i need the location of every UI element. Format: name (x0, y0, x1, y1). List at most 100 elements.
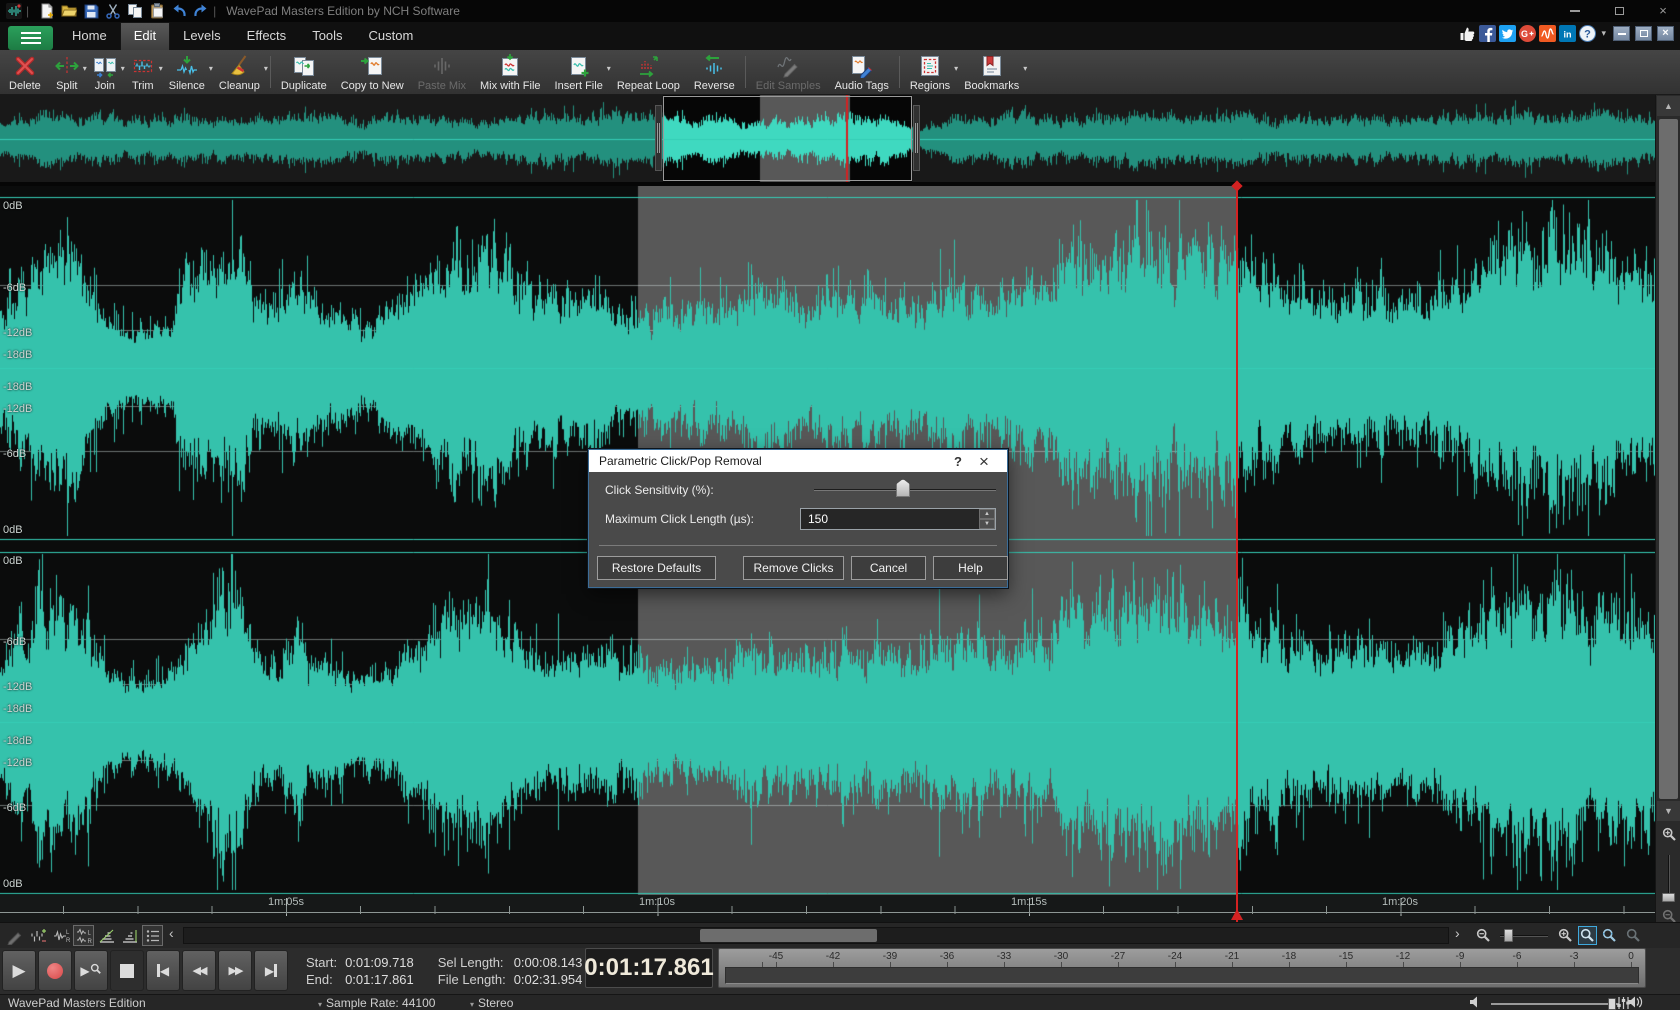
wave-left-right-icon[interactable]: LR (50, 925, 71, 946)
repeat-loop-button[interactable]: Repeat Loop (610, 50, 687, 94)
zoom-slider-thumb[interactable] (1504, 929, 1513, 942)
sample-rate-selector[interactable]: ▾Sample Rate: 44100 (318, 996, 435, 1010)
rewind-button[interactable]: ◀◀ (182, 950, 216, 991)
spinner-down-button[interactable]: ▼ (979, 519, 995, 529)
remove-clicks-button[interactable]: Remove Clicks (743, 556, 844, 580)
playhead-cursor[interactable] (1236, 184, 1238, 922)
insert-file-button[interactable]: Insert File▾ (548, 50, 610, 94)
vertical-scroll-thumb[interactable] (1659, 119, 1678, 799)
tab-home[interactable]: Home (59, 22, 120, 50)
redo-icon[interactable] (192, 3, 209, 20)
app-close-button[interactable]: × (1657, 26, 1674, 41)
bookmarks-button[interactable]: Bookmarks▾ (957, 50, 1026, 94)
dialog-help-button[interactable]: ? (945, 454, 971, 469)
dialog-close-button[interactable]: × (971, 453, 997, 470)
record-button[interactable] (38, 950, 72, 991)
reverse-button[interactable]: Reverse (687, 50, 742, 94)
overview-left-handle[interactable] (655, 105, 662, 171)
app-minimize-button[interactable] (1613, 26, 1630, 41)
chevron-down-icon[interactable]: ▾ (1601, 28, 1606, 39)
split-button[interactable]: Split▾ (48, 50, 86, 94)
click-sensitivity-slider-thumb[interactable] (896, 479, 910, 497)
zoom-in-icon[interactable] (1556, 926, 1575, 945)
vertical-zoom-in-icon[interactable] (1660, 825, 1678, 843)
paste-icon[interactable] (148, 3, 165, 20)
undo-icon[interactable] (170, 3, 187, 20)
go-to-start-button[interactable]: ◀ (146, 950, 180, 991)
help-icon[interactable]: ? (1579, 25, 1596, 42)
go-to-end-button[interactable]: ▶ (254, 950, 288, 991)
tab-tools[interactable]: Tools (299, 22, 355, 50)
horizontal-scrollbar[interactable] (183, 927, 1449, 944)
menu-hamburger-button[interactable] (8, 26, 53, 50)
volume-slider-thumb[interactable] (1608, 998, 1616, 1010)
playhead-bottom-marker[interactable] (1231, 909, 1243, 920)
duplicate-button[interactable]: Duplicate (274, 50, 334, 94)
spinner-up-button[interactable]: ▲ (979, 509, 995, 519)
scroll-down-button[interactable]: ▼ (1657, 801, 1680, 821)
mix-with-file-button[interactable]: Mix with File (473, 50, 548, 94)
restore-defaults-button[interactable]: Restore Defaults (597, 556, 716, 580)
volume-low-icon[interactable] (1469, 996, 1483, 1010)
copy-icon[interactable] (126, 3, 143, 20)
chevron-down-icon[interactable]: ▾ (1023, 64, 1027, 73)
zoom-selection-icon[interactable] (1578, 926, 1597, 945)
duplicate-icon (292, 54, 316, 78)
trim-button[interactable]: Trim▾ (124, 50, 162, 94)
zoom-full-icon[interactable] (1600, 926, 1619, 945)
overview-viewport-frame[interactable] (663, 96, 912, 181)
facebook-icon[interactable] (1479, 25, 1496, 42)
nch-audio-icon[interactable] (1539, 25, 1556, 42)
play-from-cursor-button[interactable]: ▶ (74, 950, 108, 991)
silence-button[interactable]: Silence▾ (162, 50, 212, 94)
help-button[interactable]: Help (933, 556, 1008, 580)
scroll-left-button[interactable]: ‹ (169, 926, 174, 940)
save-icon[interactable] (82, 3, 99, 20)
mixer-icon[interactable] (1616, 996, 1631, 1010)
tab-levels[interactable]: Levels (170, 22, 234, 50)
volume-slider[interactable] (1491, 1003, 1619, 1005)
scroll-up-button[interactable]: ▲ (1657, 96, 1680, 116)
join-button[interactable]: Join▾ (86, 50, 124, 94)
audio-tags-button[interactable]: Audio Tags (828, 50, 896, 94)
vertical-zoom-slider-thumb[interactable] (1662, 893, 1675, 902)
fast-forward-button[interactable]: ▶▶ (218, 950, 252, 991)
cancel-button[interactable]: Cancel (851, 556, 926, 580)
linkedin-icon[interactable]: in (1559, 25, 1576, 42)
time-ruler[interactable]: 1m:05s1m:10s1m:15s1m:20s (0, 895, 1655, 922)
cleanup-button[interactable]: Cleanup▾ (212, 50, 267, 94)
tab-custom[interactable]: Custom (356, 22, 427, 50)
new-file-icon[interactable] (38, 3, 55, 20)
level-ramp-icon[interactable] (96, 925, 117, 946)
zoom-out-icon[interactable] (1474, 926, 1493, 945)
waveform-overview[interactable] (0, 95, 1655, 186)
play-button[interactable]: ▶ (2, 950, 36, 991)
scroll-right-button[interactable]: › (1455, 926, 1460, 940)
vertical-scrollbar[interactable]: ▲ ▼ (1655, 95, 1680, 948)
window-close-button[interactable]: × (1654, 3, 1672, 18)
tab-edit[interactable]: Edit (120, 22, 170, 50)
like-icon[interactable] (1459, 25, 1476, 42)
app-restore-button[interactable] (1635, 26, 1652, 41)
wave-stereo-view-icon[interactable]: LR (73, 925, 94, 946)
channels-selector[interactable]: ▾Stereo (470, 996, 513, 1010)
dialog-title-bar[interactable]: Parametric Click/Pop Removal ? × (589, 450, 1007, 472)
copy-to-new-button[interactable]: Copy to New (334, 50, 411, 94)
playlist-icon[interactable] (142, 925, 163, 946)
horizontal-scroll-thumb[interactable] (700, 929, 877, 942)
tab-effects[interactable]: Effects (234, 22, 300, 50)
wave-plus-minus-icon[interactable] (27, 925, 48, 946)
level-ramp-alt-icon[interactable] (119, 925, 140, 946)
googleplus-icon[interactable]: G (1519, 25, 1536, 42)
open-folder-icon[interactable] (60, 3, 77, 20)
regions-button[interactable]: Regions▾ (903, 50, 957, 94)
chevron-down-icon[interactable]: ▾ (264, 64, 268, 73)
delete-button[interactable]: Delete (2, 50, 48, 94)
max-click-length-input[interactable] (800, 508, 996, 530)
twitter-icon[interactable] (1499, 25, 1516, 42)
window-restore-button[interactable] (1610, 3, 1628, 18)
cut-icon[interactable] (104, 3, 121, 20)
stop-button[interactable] (110, 950, 144, 991)
overview-right-handle[interactable] (913, 105, 920, 171)
window-minimize-button[interactable] (1566, 3, 1584, 18)
